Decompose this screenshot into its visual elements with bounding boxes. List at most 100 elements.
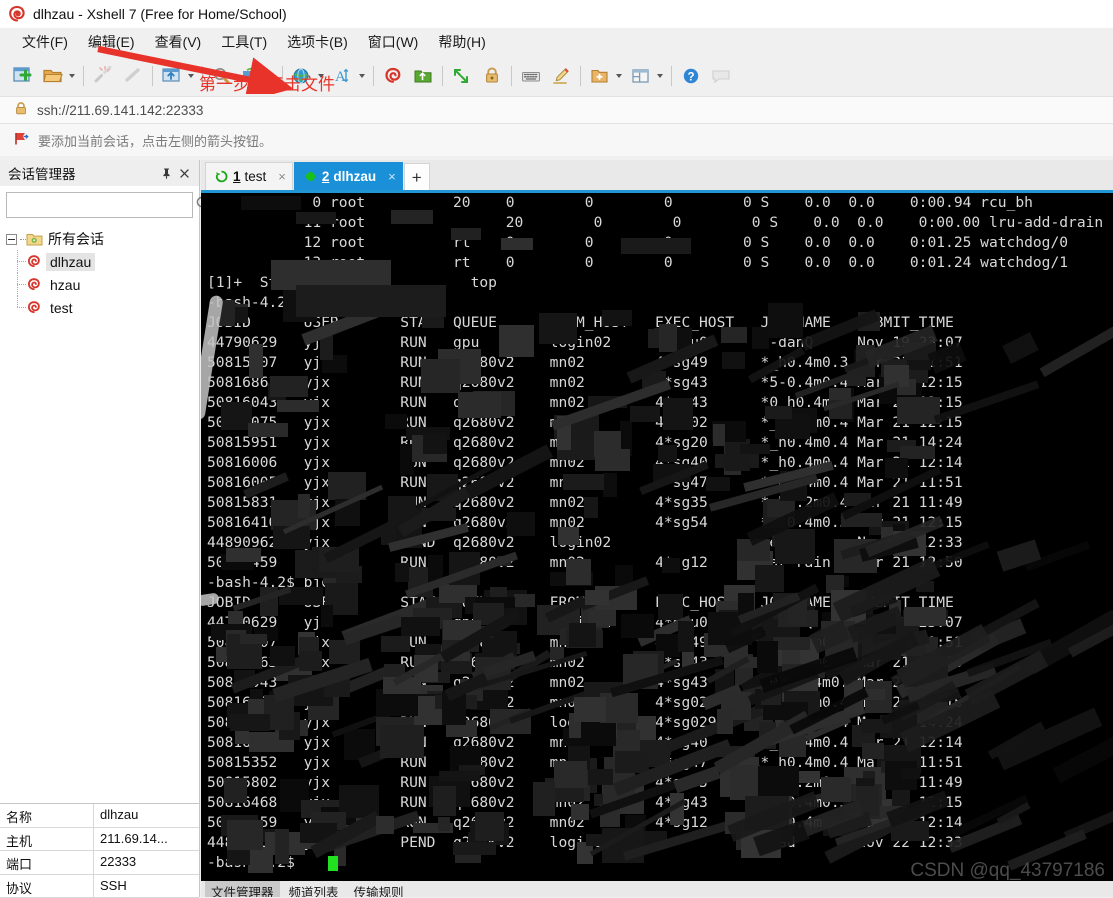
terminal-line: 50816043 yjx RUN q2680v2 mn02 4*sg43 *0_…	[207, 673, 1113, 693]
xshell-session-icon	[26, 277, 42, 292]
close-icon[interactable]	[175, 164, 193, 182]
sidebar-item-test[interactable]: test	[6, 296, 199, 319]
flag-icon	[14, 131, 29, 149]
tab-label: dlhzau	[333, 169, 376, 184]
tree-root-all-sessions[interactable]: 所有会话	[6, 228, 199, 250]
copy-paste-chevron-down-icon[interactable]	[265, 63, 276, 89]
address-bar[interactable]: ssh://211.69.141.142:22333	[0, 96, 1113, 124]
copy-paste-icon[interactable]	[239, 63, 265, 89]
toolbar-divider	[580, 66, 581, 86]
xshell-icon[interactable]	[380, 63, 406, 89]
bottom-tab-channel-list[interactable]: 频道列表	[283, 881, 345, 897]
terminal-line: 12 root rt 0 0 0 0 S 0.0 0.0 0:01.25 wat…	[207, 233, 1113, 253]
sidebar-item-dlhzau[interactable]: dlhzau	[6, 250, 199, 273]
highlight-icon[interactable]	[548, 63, 574, 89]
search-input[interactable]	[7, 194, 191, 216]
sidebar-item-hzau[interactable]: hzau	[6, 273, 199, 296]
terminal-line: 44790629 yjx RUN gpu login02 4*gpu02 8-d…	[207, 613, 1113, 633]
lock-icon[interactable]	[479, 63, 505, 89]
toolbar-divider	[442, 66, 443, 86]
address-url: ssh://211.69.141.142:22333	[37, 103, 203, 118]
add-tab-button[interactable]: +	[404, 163, 430, 190]
toolbar-divider	[511, 66, 512, 86]
terminal-line: 50815807 yjx RUN q2680v2 mn02 4*sg49 *_h…	[207, 353, 1113, 373]
find-icon[interactable]	[209, 63, 235, 89]
layout-chevron-down-icon[interactable]	[654, 63, 665, 89]
property-row: 端口 22333	[0, 851, 199, 875]
close-icon[interactable]: ×	[278, 169, 286, 184]
terminal-line: 50816459 yjx RUN q2680v2 mn02 4*sg12 ear…	[207, 553, 1113, 573]
session-search-box[interactable]	[6, 192, 193, 218]
hint-text: 要添加当前会话，点击左侧的箭头按钮。	[38, 131, 272, 150]
keyboard-icon[interactable]	[518, 63, 544, 89]
font-size-chevron-down-icon[interactable]	[356, 63, 367, 89]
terminal-line: 50815831 yjx RUN q2680v2 mn02 4*sg35 *_h…	[207, 493, 1113, 513]
terminal-line: 44890962 yjx PEND q2680v2 login02 read N…	[207, 833, 1113, 853]
terminal-line: 50816005 yjx RUN q2680v2 mn02 4*sg47 *_h…	[207, 473, 1113, 493]
xftp-icon[interactable]	[410, 63, 436, 89]
menu-edit[interactable]: 编辑(E)	[80, 29, 143, 55]
hint-bar: 要添加当前会话，点击左侧的箭头按钮。	[0, 124, 1113, 156]
terminal-line: 50815951 yjx RUN q2680v2 mn02 4*sg20 *_h…	[207, 433, 1113, 453]
terminal-line: [1]+ Stopped top	[207, 273, 1113, 293]
terminal-line: 50826091 yjx RUN q2680v2 login02 4*sg029…	[207, 713, 1113, 733]
tab-test[interactable]: 1 test ×	[205, 162, 293, 190]
menu-help[interactable]: 帮助(H)	[430, 29, 493, 55]
property-row: 协议 SSH	[0, 875, 199, 898]
globe-chevron-down-icon[interactable]	[315, 63, 326, 89]
help-icon[interactable]: ?	[678, 63, 704, 89]
menu-file[interactable]: 文件(F)	[14, 29, 76, 55]
new-folder-chevron-down-icon[interactable]	[613, 63, 624, 89]
close-icon[interactable]: ×	[388, 169, 396, 184]
new-session-icon[interactable]	[10, 63, 36, 89]
property-row: 名称 dlhzau	[0, 804, 199, 828]
toolbar-divider	[671, 66, 672, 86]
property-row: 主机 211.69.14...	[0, 828, 199, 852]
tree-root-label: 所有会话	[48, 229, 104, 249]
new-folder-icon[interactable]	[587, 63, 613, 89]
session-manager-title: 会话管理器	[8, 163, 157, 183]
bottom-tab-transfer-rules[interactable]: 传输规则	[348, 881, 410, 897]
disconnect-icon[interactable]	[90, 63, 116, 89]
collapse-icon[interactable]	[6, 234, 17, 245]
tab-dlhzau[interactable]: 2 dlhzau ×	[294, 162, 403, 190]
menu-window[interactable]: 窗口(W)	[360, 29, 427, 55]
xshell-window: dlhzau - Xshell 7 (Free for Home/School)…	[0, 0, 1113, 897]
terminal-line: JOBID USER STAT QUEUE FROM_HOST EXEC_HOS…	[207, 313, 1113, 333]
terminal-line: 50815807 yjx RUN q2680v2 mn02 4*sg49 *_h…	[207, 633, 1113, 653]
terminal-line: -bash-4.2$ bjobs	[207, 573, 1113, 593]
menu-tabs[interactable]: 选项卡(B)	[279, 29, 356, 55]
property-key: 主机	[0, 828, 94, 851]
toolbar-divider	[282, 66, 283, 86]
property-value: dlhzau	[94, 804, 199, 827]
tab-label: test	[245, 169, 267, 184]
svg-text:?: ?	[687, 72, 694, 84]
terminal-line: 50816006 yjx RUN q2680v2 mn02 4*sg40 *_h…	[207, 453, 1113, 473]
reconnect-icon[interactable]	[120, 63, 146, 89]
session-manager-header: 会话管理器	[0, 160, 199, 186]
terminal-line: 50816468 yjx RUN q2680v2 mn02 4*sg43 *5-…	[207, 793, 1113, 813]
terminal-line: 50816075 yjx RUN q2680v2 mn02 4*sg02 *_0…	[207, 693, 1113, 713]
terminal-line: 13 root rt 0 0 0 0 S 0.0 0.0 0:01.24 wat…	[207, 253, 1113, 273]
terminal-line: 11 root 20 0 0 0 S 0.0 0.0 0:00.00 lru-a…	[207, 213, 1113, 233]
globe-icon[interactable]	[289, 63, 315, 89]
menu-view[interactable]: 查看(V)	[147, 29, 210, 55]
font-size-icon[interactable]: A	[330, 63, 356, 89]
menu-tools[interactable]: 工具(T)	[213, 29, 275, 55]
pin-icon[interactable]	[157, 164, 175, 182]
fullscreen-icon[interactable]	[449, 63, 475, 89]
terminal-line: 50816459 yjx RUN q2680v2 mn02 4*sg12 *_h…	[207, 813, 1113, 833]
bottom-tab-file-manager[interactable]: 文件管理器	[205, 881, 280, 897]
toolbar: A	[0, 56, 1113, 96]
transfer-file-icon[interactable]	[159, 63, 185, 89]
property-key: 端口	[0, 851, 94, 874]
open-session-chevron-down-icon[interactable]	[66, 63, 77, 89]
terminal-output[interactable]: 0 root 20 0 0 0 0 S 0.0 0.0 0:00.94 rcu_…	[201, 190, 1113, 881]
session-properties-grid: 名称 dlhzau 主机 211.69.14... 端口 22333 协议 SS…	[0, 803, 200, 897]
chat-icon[interactable]	[708, 63, 734, 89]
terminal-line: -bash-4.2$ bjobs	[207, 293, 1113, 313]
layout-icon[interactable]	[628, 63, 654, 89]
sidebar-item-label: test	[46, 299, 77, 317]
transfer-file-chevron-down-icon[interactable]	[185, 63, 196, 89]
open-session-icon[interactable]	[40, 63, 66, 89]
